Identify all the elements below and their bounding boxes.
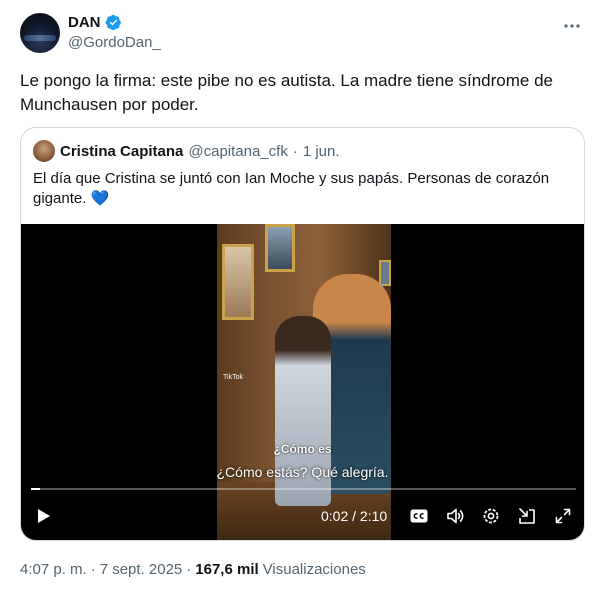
views-label: Visualizaciones [262,561,366,578]
settings-icon[interactable] [481,506,501,526]
painting [222,244,254,320]
quote-header: Cristina Capitana @capitana_cfk · 1 jun. [33,140,340,162]
author-name[interactable]: DAN [68,14,101,31]
video-caption: ¿Cómo estás? Qué alegría. [216,464,389,480]
views-count: 167,6 mil [195,561,259,578]
author-name-row[interactable]: DAN [68,14,122,31]
video-player[interactable]: TikTok ¿Cómo es ¿Cómo estás? Qué alegría… [21,224,584,540]
video-caption-small: ¿Cómo es [273,442,332,456]
quote-separator: · [292,142,298,160]
progress-fill [31,488,40,490]
verified-icon [105,14,121,31]
tweet-meta: 4:07 p. m. · 7 sept. 2025 · 167,6 mil Vi… [20,561,366,578]
meta-separator: · [186,561,192,578]
fullscreen-icon[interactable] [553,506,573,526]
tweet-time[interactable]: 4:07 p. m. [20,561,87,578]
quote-text: El día que Cristina se juntó con Ian Moc… [33,170,550,207]
play-icon[interactable] [33,506,53,526]
quote-date: 1 jun. [302,142,340,160]
progress-bar[interactable] [31,488,576,490]
meta-separator: · [90,561,96,578]
painting [379,260,391,286]
author-avatar[interactable] [20,13,60,53]
quote-author-avatar [33,140,55,162]
volume-icon[interactable] [445,506,465,526]
tweet-date[interactable]: 7 sept. 2025 [100,561,183,578]
more-icon[interactable] [562,16,582,36]
tiktok-watermark: TikTok [223,374,243,381]
quote-author-handle: @capitana_cfk [188,142,288,160]
captions-icon[interactable] [409,506,429,526]
video-time: 0:02 / 2:10 [321,508,388,524]
tweet-text: Le pongo la firma: este pibe no es autis… [20,71,553,114]
author-handle[interactable]: @GordoDan_ [68,34,161,51]
pip-icon[interactable] [517,506,537,526]
painting [265,224,295,272]
quoted-tweet[interactable]: Cristina Capitana @capitana_cfk · 1 jun.… [20,127,585,541]
video-frame: TikTok [217,224,391,540]
quote-author-name: Cristina Capitana [60,142,184,160]
